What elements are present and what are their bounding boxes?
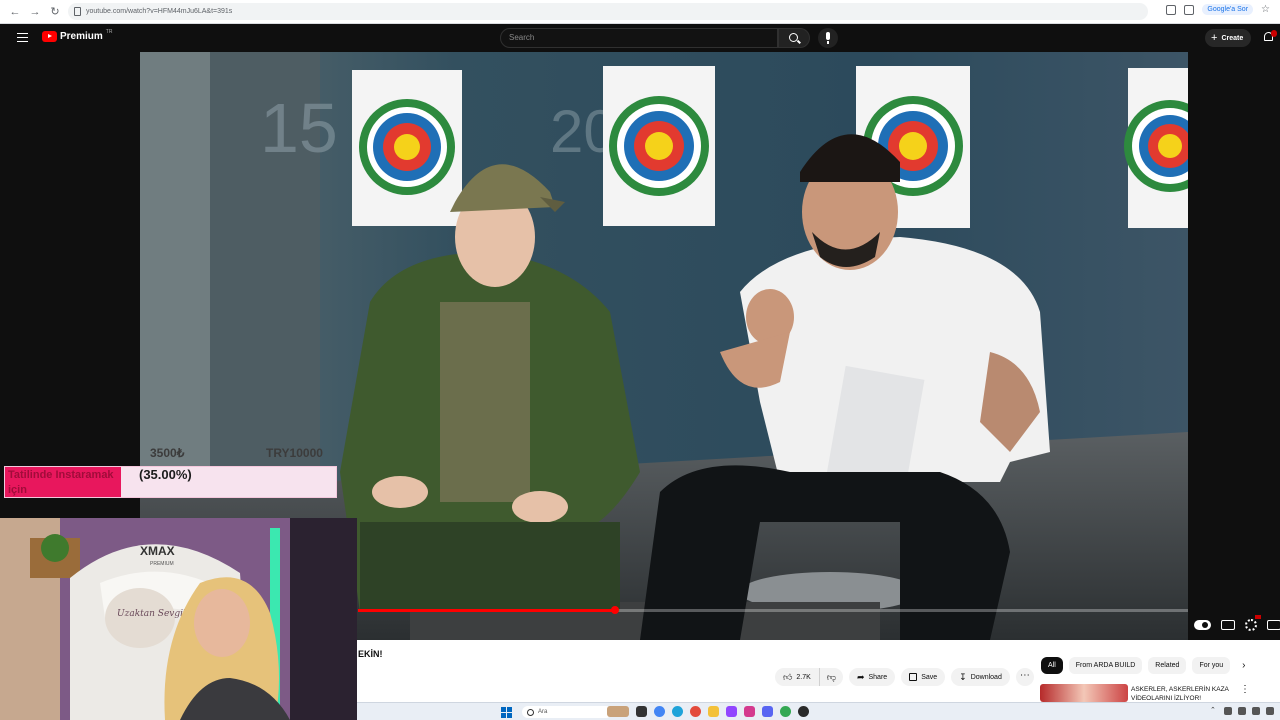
instagram-icon[interactable] [744, 706, 755, 717]
like-count: 2.7K [796, 673, 811, 681]
browser-toolbar: ← → ↻ youtube.com/watch?v=HFM44mJu6LA&t=… [0, 0, 1280, 24]
wifi-icon[interactable] [1238, 707, 1246, 715]
chair-brand: XMAX [140, 544, 175, 558]
dislike-button[interactable]: 👎︎ [819, 668, 843, 686]
rec-title[interactable]: ASKERLER, ASKERLERİN KAZA VİDEOLARINI İZ… [1131, 685, 1251, 703]
youtube-header: Premium TR Search + Create [0, 24, 1280, 52]
search-button[interactable] [778, 28, 810, 48]
thumbs-down-icon: 👎︎ [826, 671, 836, 682]
chip-for-you[interactable]: For you [1192, 657, 1231, 674]
share-label: Share [868, 673, 888, 681]
plus-icon: + [1211, 32, 1218, 44]
webcam-frame: XMAX PREMIUM Uzaktan Sevgili [0, 518, 357, 720]
streamer-webcam: XMAX PREMIUM Uzaktan Sevgili [0, 518, 357, 720]
chip-all[interactable]: All [1041, 657, 1063, 674]
address-bar[interactable]: youtube.com/watch?v=HFM44mJu6LA&t=391s [68, 3, 1148, 20]
cast-icon[interactable] [1184, 4, 1195, 15]
create-label: Create [1221, 34, 1244, 42]
youtube-logo[interactable]: Premium TR [42, 28, 113, 42]
notification-badge [1271, 30, 1277, 37]
save-icon [909, 673, 918, 681]
volume-icon[interactable] [1252, 707, 1260, 715]
google-lens-button[interactable]: Google'a Sor [1202, 4, 1254, 15]
hd-badge [1255, 615, 1261, 619]
donation-amounts: 3500₺ TRY10000 [150, 446, 340, 460]
bookmark-star-icon[interactable]: ☆ [1261, 4, 1270, 15]
autoplay-toggle[interactable] [1194, 620, 1211, 630]
tray-expand-icon[interactable]: ⌃ [1210, 707, 1218, 715]
chrome-dev-icon[interactable] [690, 706, 701, 717]
subtitles-icon[interactable] [1221, 620, 1235, 630]
logo-region: TR [105, 28, 113, 35]
like-dislike-group: 👍︎ 2.7K 👎︎ [775, 668, 843, 686]
recommendation-chips: All From ARDA BUILD Related For you › [1041, 657, 1246, 674]
video-progress-bar[interactable] [358, 606, 1188, 614]
share-icon: ➦ [856, 671, 865, 682]
search-icon [789, 33, 798, 42]
start-icon[interactable] [501, 707, 512, 718]
discord-icon[interactable] [762, 706, 773, 717]
download-icon: ↧ [959, 671, 967, 682]
rec-thumbnail[interactable] [1040, 684, 1128, 702]
browser-right-tools: Google'a Sor ☆ [1166, 4, 1270, 15]
chevron-right-icon[interactable]: › [1242, 660, 1245, 671]
youtube-play-icon [42, 31, 57, 42]
pillow-text: Uzaktan Sevgili [117, 609, 189, 619]
share-button[interactable]: ➦ Share [848, 668, 896, 686]
chrome-profile-icon[interactable] [780, 706, 791, 717]
edge-icon[interactable] [672, 706, 683, 717]
address-text: youtube.com/watch?v=HFM44mJu6LA&t=391s [86, 8, 233, 15]
chair-sub: PREMIUM [150, 561, 174, 567]
notifications-button[interactable] [1262, 30, 1277, 44]
player-controls-right [1194, 615, 1280, 631]
chrome-icon[interactable] [654, 706, 665, 717]
taskbar-apps [607, 706, 809, 717]
save-label: Save [921, 673, 938, 681]
download-button[interactable]: ↧ Download [951, 668, 1010, 686]
explorer-icon[interactable] [708, 706, 719, 717]
donation-percent: (35.00%) [139, 467, 192, 482]
download-label: Download [970, 673, 1002, 681]
voice-search-icon[interactable] [818, 28, 838, 48]
lane-number-15: 15 [260, 89, 338, 167]
target-1 [352, 70, 462, 226]
search-input[interactable]: Search [500, 28, 778, 48]
donation-label: Tatilinde Instaramak için [8, 469, 114, 496]
target-4 [1124, 68, 1188, 228]
forward-icon[interactable]: → [26, 3, 44, 21]
terminal-icon[interactable] [636, 706, 647, 717]
more-actions-icon[interactable]: ⋯ [1015, 668, 1034, 686]
taskbar-search[interactable]: Ara [522, 706, 612, 718]
battery-icon[interactable] [1266, 707, 1274, 715]
widget-icon[interactable] [607, 706, 629, 717]
video-title: EKİN! [358, 649, 383, 659]
donation-current: 3500₺ [150, 446, 185, 460]
donation-goal: TRY10000 [266, 446, 323, 460]
video-actions: 👍︎ 2.7K 👎︎ ➦ Share Save ↧ Download ⋯ [775, 668, 1034, 686]
progress-played [358, 609, 616, 612]
donation-goal-bar: Tatilinde Instaramak için (35.00%) [4, 466, 337, 498]
site-info-icon[interactable] [74, 7, 81, 16]
system-tray: ⌃ [1210, 707, 1274, 715]
miniplayer-icon[interactable] [1267, 620, 1280, 630]
recommended-video[interactable]: ASKERLER, ASKERLERİN KAZA VİDEOLARINI İZ… [1040, 684, 1280, 702]
rec-more-icon[interactable]: ⋮ [1240, 684, 1250, 695]
windows-taskbar: Ara ⌃ [357, 702, 1280, 720]
back-icon[interactable]: ← [6, 3, 24, 21]
translate-icon[interactable] [1166, 4, 1177, 15]
twitch-icon[interactable] [726, 706, 737, 717]
create-button[interactable]: + Create [1205, 29, 1252, 47]
target-2 [603, 66, 715, 226]
thumbs-up-icon: 👍︎ [783, 671, 793, 682]
chip-from-channel[interactable]: From ARDA BUILD [1068, 657, 1143, 674]
tray-app-icon[interactable] [1224, 707, 1232, 715]
settings-gear-icon[interactable] [1245, 615, 1261, 631]
menu-icon[interactable] [17, 33, 28, 42]
chip-related[interactable]: Related [1148, 657, 1187, 674]
obs-icon[interactable] [798, 706, 809, 717]
save-button[interactable]: Save [901, 668, 946, 686]
like-button[interactable]: 👍︎ 2.7K [775, 668, 820, 686]
logo-text: Premium [60, 31, 103, 42]
reload-icon[interactable]: ↻ [46, 3, 64, 21]
